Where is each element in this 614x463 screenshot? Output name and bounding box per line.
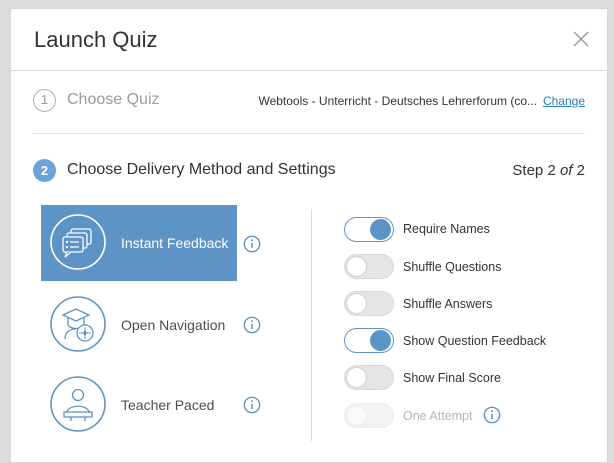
step-2-delivery-header: 2 Choose Delivery Method and Settings St… [33, 159, 585, 189]
one-attempt-toggle [344, 403, 394, 428]
show-question-feedback-toggle[interactable] [344, 328, 394, 353]
launch-quiz-dialog: Launch Quiz 1 Choose Quiz Webtools - Unt… [10, 8, 608, 463]
show-question-feedback-label: Show Question Feedback [403, 334, 547, 348]
open-navigation-icon [50, 296, 106, 352]
show-final-score-label: Show Final Score [403, 371, 501, 385]
require-names-toggle[interactable] [344, 217, 394, 242]
toggle-knob [346, 405, 367, 426]
teacher-paced-info-icon[interactable] [243, 396, 261, 414]
one-attempt-info-icon[interactable] [483, 406, 501, 424]
toggle-knob [346, 293, 367, 314]
shuffle-answers-label: Shuffle Answers [403, 297, 493, 311]
teacher-paced-icon [50, 376, 106, 432]
method-label: Open Navigation [121, 317, 226, 333]
shuffle-questions-toggle[interactable] [344, 254, 394, 279]
one-attempt-label: One Attempt [403, 409, 473, 423]
selected-quiz-name: Webtools - Unterricht - Deutsches Lehrer… [258, 94, 537, 108]
method-label: Teacher Paced [121, 397, 215, 413]
step-counter: Step 2 of 2 [512, 162, 585, 179]
shuffle-questions-label: Shuffle Questions [403, 260, 502, 274]
open-navigation-info-icon[interactable] [243, 316, 261, 334]
instant-feedback-info-icon[interactable] [243, 235, 261, 253]
method-open-navigation[interactable]: Open Navigation [41, 287, 237, 363]
toggle-knob [346, 256, 367, 277]
step-2-number: 2 [33, 159, 56, 182]
instant-feedback-icon [50, 214, 106, 270]
dialog-header: Launch Quiz [11, 9, 607, 71]
close-icon[interactable] [573, 31, 589, 47]
shuffle-answers-toggle[interactable] [344, 291, 394, 316]
step-1-choose-quiz: 1 Choose Quiz Webtools - Unterricht - De… [33, 87, 585, 134]
toggle-knob [346, 367, 367, 388]
change-quiz-link[interactable]: Change [543, 94, 585, 108]
show-final-score-toggle[interactable] [344, 365, 394, 390]
method-instant-feedback[interactable]: Instant Feedback [41, 205, 237, 281]
require-names-label: Require Names [403, 222, 490, 236]
step-1-label: Choose Quiz [67, 91, 160, 108]
method-teacher-paced[interactable]: Teacher Paced [41, 367, 237, 443]
settings-divider [311, 209, 312, 441]
toggle-knob [370, 330, 391, 351]
dialog-title: Launch Quiz [34, 27, 158, 52]
step-2-label: Choose Delivery Method and Settings [67, 161, 336, 178]
step-1-number: 1 [33, 89, 56, 112]
method-label: Instant Feedback [121, 235, 229, 251]
toggle-knob [370, 219, 391, 240]
